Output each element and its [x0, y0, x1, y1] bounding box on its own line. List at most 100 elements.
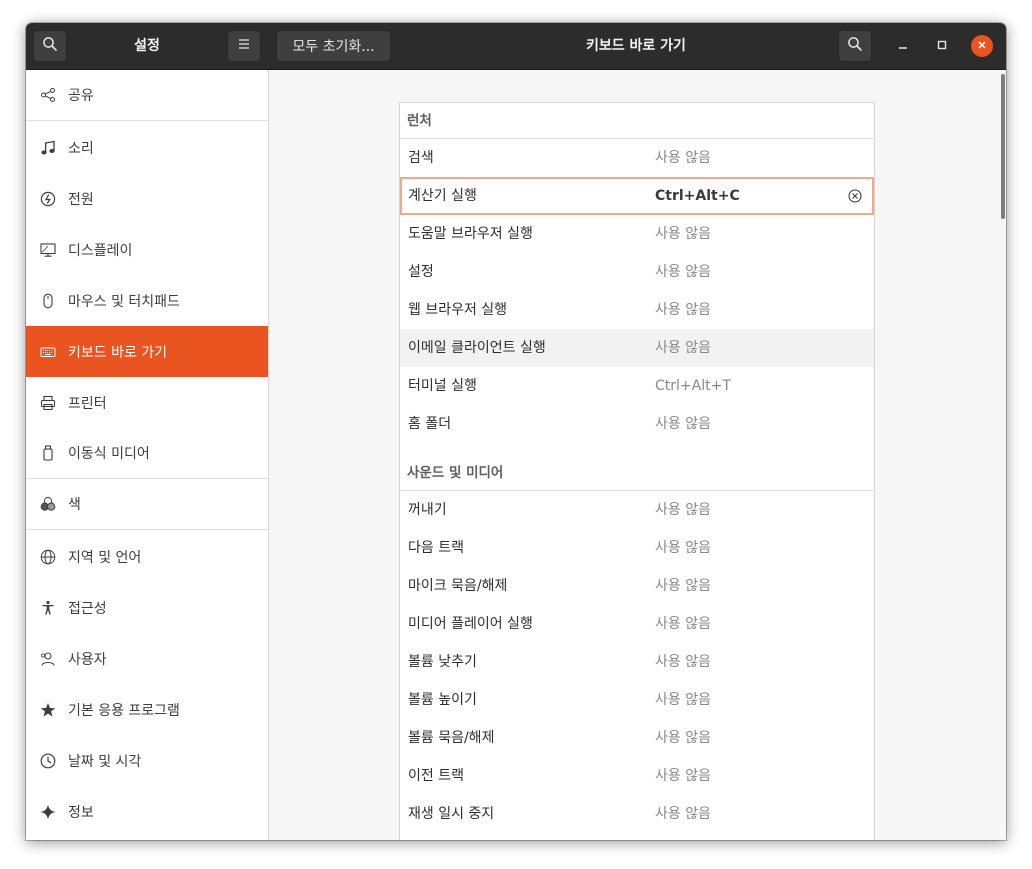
- sidebar-item-default-applications[interactable]: 기본 응용 프로그램: [26, 684, 268, 735]
- search-icon: [42, 36, 58, 56]
- sidebar-item-label: 이동식 미디어: [68, 446, 150, 462]
- sidebar-item-removable-media[interactable]: 이동식 미디어: [26, 428, 268, 479]
- hamburger-menu-icon: [237, 38, 251, 54]
- sidebar-item-users[interactable]: 사용자: [26, 633, 268, 684]
- shortcut-name: 도움말 브라우저 실행: [408, 226, 533, 242]
- close-icon: [977, 38, 987, 54]
- shortcut-accel: 사용 않음: [655, 302, 711, 318]
- shortcut-name: 볼륨 높이기: [408, 692, 477, 708]
- shortcut-accel: 사용 않음: [655, 806, 711, 822]
- maximize-button[interactable]: [930, 34, 954, 58]
- shortcut-name: 미디어 플레이어 실행: [408, 616, 533, 632]
- settings-window: 설정 모두 초기화... 키보드 바로 가기 공유 소리 전원 디스플레이 마우…: [26, 23, 1006, 840]
- shortcut-name: 검색: [408, 150, 434, 166]
- power-icon: [40, 191, 56, 207]
- shortcut-name: 이메일 클라이언트 실행: [408, 340, 546, 356]
- printer-icon: [40, 395, 56, 411]
- sidebar-item-accessibility[interactable]: 접근성: [26, 582, 268, 633]
- shortcut-row[interactable]: 이메일 클라이언트 실행 사용 않음: [400, 329, 874, 367]
- shortcut-accel: 사용 않음: [655, 654, 711, 670]
- shortcut-row[interactable]: 볼륨 묵음/해제 사용 않음: [400, 719, 874, 757]
- sidebar-item-label: 사용자: [68, 651, 107, 668]
- shortcut-name: 설정: [408, 264, 434, 280]
- display-icon: [40, 242, 56, 258]
- shortcut-accel: 사용 않음: [655, 150, 711, 166]
- shortcuts-list: 런처 검색 사용 않음 계산기 실행 Ctrl+Alt+C 도움말 브라우저 실…: [399, 102, 875, 840]
- sidebar-item-sharing[interactable]: 공유: [26, 70, 268, 121]
- sidebar-item-color[interactable]: 색: [26, 479, 268, 530]
- sidebar-item-label: 공유: [68, 88, 94, 104]
- sidebar-item-label: 지역 및 언어: [68, 549, 142, 566]
- sidebar-item-label: 소리: [68, 140, 94, 157]
- removable-media-icon: [40, 445, 56, 461]
- shortcut-accel: 사용 않음: [655, 416, 711, 432]
- shortcut-row[interactable]: 검색 사용 않음: [400, 139, 874, 177]
- shortcut-accel: 사용 않음: [655, 692, 711, 708]
- sparkle-icon: [40, 804, 56, 820]
- shortcut-row[interactable]: 다음 트랙 사용 않음: [400, 529, 874, 567]
- star-icon: [40, 702, 56, 718]
- shortcut-row[interactable]: 볼륨 낮추기 사용 않음: [400, 643, 874, 681]
- section-header: 런처: [400, 103, 874, 139]
- sidebar-item-date-time[interactable]: 날짜 및 시각: [26, 735, 268, 786]
- shortcut-row[interactable]: 재생 일시 중지 사용 않음: [400, 795, 874, 833]
- shortcut-row[interactable]: 설정 사용 않음: [400, 253, 874, 291]
- clear-shortcut-icon[interactable]: [848, 189, 862, 203]
- shortcut-accel: 사용 않음: [655, 768, 711, 784]
- minimize-icon: [898, 38, 908, 54]
- sidebar-item-printers[interactable]: 프린터: [26, 377, 268, 428]
- shortcut-row[interactable]: 이전 트랙 사용 않음: [400, 757, 874, 795]
- sidebar-item-power[interactable]: 전원: [26, 173, 268, 224]
- sidebar-item-label: 프린터: [68, 395, 107, 412]
- sidebar-item-region-language[interactable]: 지역 및 언어: [26, 531, 268, 582]
- shortcut-row[interactable]: 볼륨 높이기 사용 않음: [400, 681, 874, 719]
- shortcut-row-selected[interactable]: 계산기 실행 Ctrl+Alt+C: [400, 177, 874, 215]
- sidebar-item-label: 기본 응용 프로그램: [68, 702, 180, 719]
- globe-icon: [40, 549, 56, 565]
- primary-menu-button[interactable]: [227, 30, 261, 62]
- sidebar-item-display[interactable]: 디스플레이: [26, 224, 268, 275]
- vertical-scrollbar[interactable]: [1001, 74, 1005, 219]
- share-icon: [40, 87, 56, 103]
- shortcut-name: 홈 폴더: [408, 416, 452, 432]
- mouse-icon: [40, 293, 56, 309]
- minimize-button[interactable]: [891, 34, 915, 58]
- shortcut-accel: Ctrl+Alt+C: [655, 188, 740, 204]
- shortcut-accel: 사용 않음: [655, 730, 711, 746]
- shortcut-row[interactable]: 미디어 플레이어 실행 사용 않음: [400, 605, 874, 643]
- sidebar-item-label: 접근성: [68, 600, 107, 617]
- sidebar-item-label: 마우스 및 터치패드: [68, 293, 180, 310]
- shortcut-row[interactable]: 홈 폴더 사용 않음: [400, 405, 874, 443]
- sidebar-item-keyboard-shortcuts[interactable]: 키보드 바로 가기: [26, 326, 268, 377]
- sidebar-item-mouse-touchpad[interactable]: 마우스 및 터치패드: [26, 275, 268, 326]
- shortcut-name: 꺼내기: [408, 502, 447, 518]
- shortcut-row[interactable]: 꺼내기 사용 않음: [400, 491, 874, 529]
- accessibility-icon: [40, 600, 56, 616]
- close-button[interactable]: [971, 35, 993, 57]
- sidebar-item-label: 정보: [68, 804, 94, 821]
- sidebar-search-button[interactable]: [33, 30, 67, 62]
- music-note-icon: [40, 140, 56, 156]
- shortcut-name: 재생 일시 중지: [408, 806, 495, 822]
- sidebar-item-label: 날짜 및 시각: [68, 753, 142, 770]
- reset-all-button[interactable]: 모두 초기화...: [276, 30, 391, 62]
- section-header: 사운드 및 미디어: [400, 455, 874, 491]
- shortcut-row[interactable]: 웹 브라우저 실행 사용 않음: [400, 291, 874, 329]
- shortcut-name: 이전 트랙: [408, 768, 464, 784]
- shortcut-accel: 사용 않음: [655, 540, 711, 556]
- sidebar-item-label: 전원: [68, 191, 94, 208]
- shortcut-search-button[interactable]: [838, 30, 872, 62]
- maximize-icon: [937, 38, 947, 54]
- sidebar-item-about[interactable]: 정보: [26, 786, 268, 837]
- shortcut-accel: Ctrl+Alt+T: [655, 378, 731, 394]
- shortcut-row[interactable]: 마이크 묵음/해제 사용 않음: [400, 567, 874, 605]
- header-bar: 설정 모두 초기화... 키보드 바로 가기: [26, 23, 1006, 70]
- shortcut-row[interactable]: 도움말 브라우저 실행 사용 않음: [400, 215, 874, 253]
- sidebar-item-sound[interactable]: 소리: [26, 122, 268, 173]
- shortcut-accel: 사용 않음: [655, 226, 711, 242]
- keyboard-icon: [40, 344, 56, 360]
- shortcut-name: 계산기 실행: [408, 188, 477, 204]
- shortcut-row[interactable]: 터미널 실행 Ctrl+Alt+T: [400, 367, 874, 405]
- shortcut-name: 다음 트랙: [408, 540, 464, 556]
- shortcut-accel: 사용 않음: [655, 578, 711, 594]
